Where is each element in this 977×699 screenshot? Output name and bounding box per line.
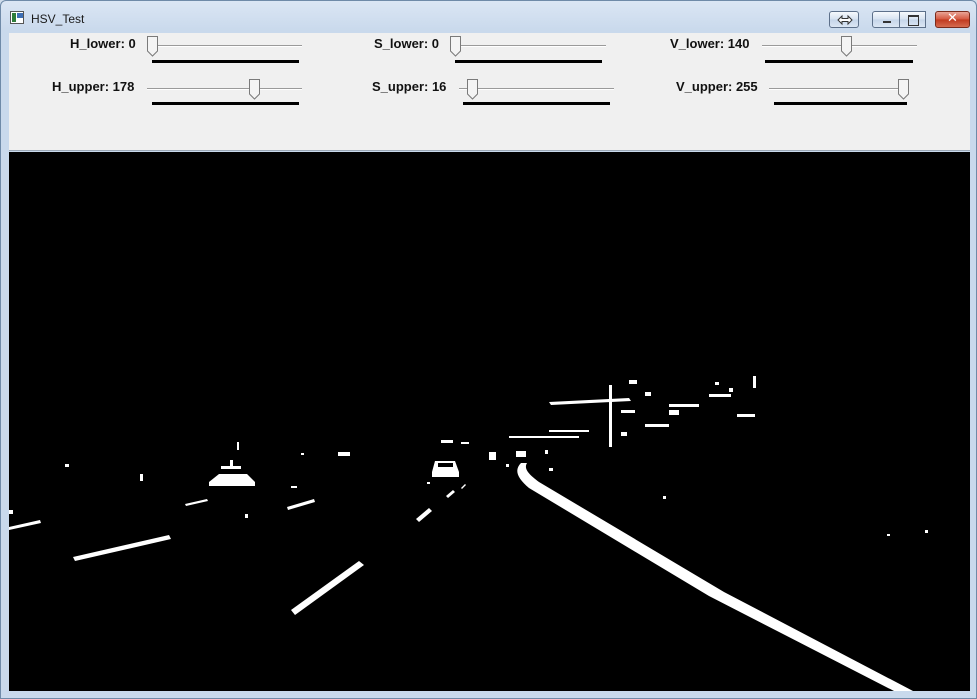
maximize-button[interactable] <box>899 11 926 28</box>
v-lower-label: V_lower: 140 <box>670 36 750 51</box>
lane-dash <box>291 561 364 615</box>
h-upper-label: H_upper: 178 <box>52 79 135 94</box>
v-lower-track[interactable] <box>762 45 917 47</box>
left-lane-dash <box>185 499 208 506</box>
left-lane-dash <box>287 499 315 510</box>
close-icon: ✕ <box>947 11 958 26</box>
s-upper-track[interactable] <box>459 88 614 90</box>
left-edge-line <box>9 520 41 530</box>
s-upper-bar <box>463 102 610 105</box>
h-lower-bar <box>152 60 299 63</box>
expand-button[interactable] <box>829 11 859 28</box>
title-bar[interactable]: HSV_Test ✕ <box>1 1 976 33</box>
s-upper-label: S_upper: 16 <box>372 79 447 94</box>
vehicle-highlight <box>209 474 255 486</box>
app-window-icon <box>10 11 24 24</box>
double-arrow-icon <box>837 14 853 26</box>
right-lane-line <box>517 463 913 691</box>
h-lower-slider-thumb[interactable] <box>147 36 158 57</box>
trackbar-panel: H_lower: 0 S_lower: 0 V_lower: 140 H_upp… <box>9 33 970 151</box>
v-upper-track[interactable] <box>769 88 909 90</box>
s-lower-bar <box>455 60 602 63</box>
h-upper-track[interactable] <box>147 88 302 90</box>
mask-image-view <box>9 152 970 691</box>
hsv-test-window: HSV_Test ✕ H_lower: 0 S_lower: 0 V_lower… <box>0 0 977 699</box>
hsv-thresholded-road-mask <box>9 376 928 691</box>
v-upper-label: V_upper: 255 <box>676 79 758 94</box>
h-lower-track[interactable] <box>149 45 302 47</box>
v-lower-slider-thumb[interactable] <box>841 36 852 57</box>
s-upper-slider-thumb[interactable] <box>467 79 478 100</box>
v-lower-bar <box>765 60 913 63</box>
h-lower-label: H_lower: 0 <box>70 36 136 51</box>
h-upper-slider-thumb[interactable] <box>249 79 260 100</box>
window-title: HSV_Test <box>31 12 85 26</box>
s-lower-slider-thumb[interactable] <box>450 36 461 57</box>
lane-dash <box>416 508 432 522</box>
lane-dash <box>461 484 466 489</box>
v-upper-slider-thumb[interactable] <box>898 79 909 100</box>
h-upper-bar <box>152 102 299 105</box>
s-lower-label: S_lower: 0 <box>374 36 440 51</box>
minimize-button[interactable] <box>872 11 900 28</box>
lane-dash <box>446 490 455 498</box>
left-lane-dash <box>73 535 171 561</box>
close-button[interactable]: ✕ <box>935 11 970 28</box>
v-upper-bar <box>774 102 907 105</box>
s-lower-track[interactable] <box>453 45 606 47</box>
